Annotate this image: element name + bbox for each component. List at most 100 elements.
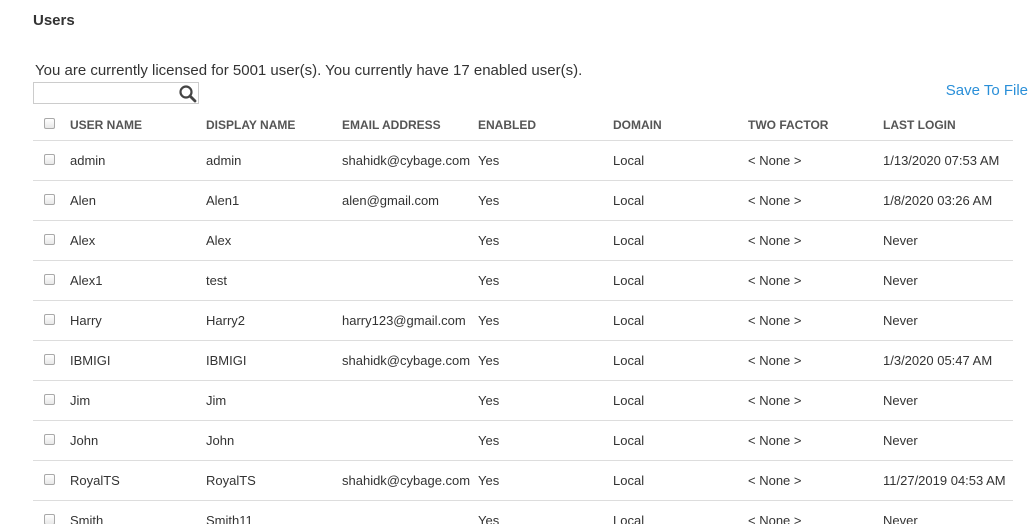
license-info: You are currently licensed for 5001 user… bbox=[35, 62, 583, 79]
row-checkbox[interactable] bbox=[44, 154, 55, 165]
column-header-two-factor[interactable]: TWO FACTOR bbox=[748, 110, 828, 140]
column-header-domain[interactable]: DOMAIN bbox=[613, 110, 662, 140]
cell-enabled: Yes bbox=[478, 353, 500, 368]
cell-last-login: Never bbox=[883, 513, 918, 524]
column-header-email[interactable]: EMAIL ADDRESS bbox=[342, 110, 441, 140]
page-title: Users bbox=[33, 12, 75, 29]
cell-display-name: test bbox=[206, 273, 227, 288]
cell-user-name[interactable]: Alex1 bbox=[70, 261, 103, 300]
table-row[interactable]: Alex1 test Yes Local < None > Never bbox=[33, 261, 1013, 301]
cell-display-name: admin bbox=[206, 153, 242, 168]
column-header-enabled[interactable]: ENABLED bbox=[478, 110, 536, 140]
row-checkbox[interactable] bbox=[44, 274, 55, 285]
cell-display-name: Smith11 bbox=[206, 513, 253, 524]
cell-enabled: Yes bbox=[478, 513, 500, 524]
cell-user-name[interactable]: RoyalTS bbox=[70, 461, 120, 500]
cell-email: alen@gmail.com bbox=[342, 193, 440, 208]
cell-domain: Local bbox=[613, 473, 645, 488]
cell-two-factor: < None > bbox=[748, 433, 802, 448]
cell-domain: Local bbox=[613, 433, 645, 448]
cell-last-login: 1/3/2020 05:47 AM bbox=[883, 353, 993, 368]
cell-email: shahidk@cybage.com bbox=[342, 153, 471, 168]
row-checkbox[interactable] bbox=[44, 354, 55, 365]
table-row[interactable]: Alen Alen1 alen@gmail.com Yes Local < None > 1… bbox=[33, 181, 1013, 221]
cell-last-login: Never bbox=[883, 433, 918, 448]
cell-enabled: Yes bbox=[478, 393, 500, 408]
table-row[interactable]: IBMIGI IBMIGI shahidk@cybage.com Yes Local < … bbox=[33, 341, 1013, 381]
cell-user-name[interactable]: Alex bbox=[70, 221, 95, 260]
cell-two-factor: < None > bbox=[748, 233, 802, 248]
search-box bbox=[33, 82, 199, 104]
cell-domain: Local bbox=[613, 193, 645, 208]
save-to-file-link[interactable]: Save To File bbox=[946, 82, 1028, 99]
cell-display-name: Alex bbox=[206, 233, 232, 248]
cell-enabled: Yes bbox=[478, 193, 500, 208]
table-row[interactable]: Smith Smith11 Yes Local < None > Never bbox=[33, 501, 1013, 524]
row-checkbox[interactable] bbox=[44, 394, 55, 405]
cell-user-name[interactable]: Jim bbox=[70, 381, 90, 420]
cell-enabled: Yes bbox=[478, 233, 500, 248]
cell-user-name[interactable]: IBMIGI bbox=[70, 341, 110, 380]
row-checkbox[interactable] bbox=[44, 314, 55, 325]
cell-user-name[interactable]: Alen bbox=[70, 181, 96, 220]
cell-domain: Local bbox=[613, 273, 645, 288]
cell-display-name: Jim bbox=[206, 393, 227, 408]
table-row[interactable]: John John Yes Local < None > Never bbox=[33, 421, 1013, 461]
cell-domain: Local bbox=[613, 393, 645, 408]
cell-last-login: 1/8/2020 03:26 AM bbox=[883, 193, 993, 208]
cell-user-name[interactable]: admin bbox=[70, 141, 105, 180]
cell-last-login: Never bbox=[883, 273, 918, 288]
cell-domain: Local bbox=[613, 313, 645, 328]
cell-domain: Local bbox=[613, 233, 645, 248]
select-all-checkbox[interactable] bbox=[44, 118, 55, 129]
cell-two-factor: < None > bbox=[748, 153, 802, 168]
row-checkbox[interactable] bbox=[44, 514, 55, 524]
cell-display-name: Alen1 bbox=[206, 193, 240, 208]
cell-last-login: 11/27/2019 04:53 AM bbox=[883, 473, 1006, 488]
cell-enabled: Yes bbox=[478, 433, 500, 448]
table-body: admin admin shahidk@cybage.com Yes Local < No… bbox=[33, 141, 1013, 524]
table-row[interactable]: Jim Jim Yes Local < None > Never bbox=[33, 381, 1013, 421]
cell-last-login: 1/13/2020 07:53 AM bbox=[883, 153, 1000, 168]
table-row[interactable]: admin admin shahidk@cybage.com Yes Local < No… bbox=[33, 141, 1013, 181]
users-page: Users You are currently licensed for 500… bbox=[0, 0, 1034, 524]
search-icon[interactable] bbox=[178, 84, 198, 104]
cell-display-name: Harry2 bbox=[206, 313, 246, 328]
column-header-user-name[interactable]: USER NAME bbox=[70, 110, 142, 140]
cell-last-login: Never bbox=[883, 313, 918, 328]
cell-enabled: Yes bbox=[478, 273, 500, 288]
row-checkbox[interactable] bbox=[44, 194, 55, 205]
cell-two-factor: < None > bbox=[748, 313, 802, 328]
column-header-last-login[interactable]: LAST LOGIN bbox=[883, 110, 956, 140]
cell-two-factor: < None > bbox=[748, 513, 802, 524]
cell-email: harry123@gmail.com bbox=[342, 313, 466, 328]
cell-user-name[interactable]: Harry bbox=[70, 301, 102, 340]
cell-domain: Local bbox=[613, 153, 645, 168]
users-table: USER NAME DISPLAY NAME EMAIL ADDRESS ENA… bbox=[33, 110, 1013, 524]
cell-last-login: Never bbox=[883, 393, 918, 408]
table-row[interactable]: RoyalTS RoyalTS shahidk@cybage.com Yes Local… bbox=[33, 461, 1013, 501]
cell-display-name: RoyalTS bbox=[206, 473, 256, 488]
cell-two-factor: < None > bbox=[748, 273, 802, 288]
cell-enabled: Yes bbox=[478, 153, 500, 168]
table-row[interactable]: Harry Harry2 harry123@gmail.com Yes Local < N… bbox=[33, 301, 1013, 341]
table-header: USER NAME DISPLAY NAME EMAIL ADDRESS ENA… bbox=[33, 110, 1013, 141]
cell-user-name[interactable]: John bbox=[70, 421, 98, 460]
cell-two-factor: < None > bbox=[748, 193, 802, 208]
search-input[interactable] bbox=[34, 83, 186, 103]
cell-domain: Local bbox=[613, 353, 645, 368]
cell-user-name[interactable]: Smith bbox=[70, 501, 103, 524]
cell-enabled: Yes bbox=[478, 473, 500, 488]
row-checkbox[interactable] bbox=[44, 474, 55, 485]
cell-email: shahidk@cybage.com bbox=[342, 353, 471, 368]
cell-two-factor: < None > bbox=[748, 353, 802, 368]
cell-two-factor: < None > bbox=[748, 393, 802, 408]
cell-last-login: Never bbox=[883, 233, 918, 248]
row-checkbox[interactable] bbox=[44, 234, 55, 245]
cell-domain: Local bbox=[613, 513, 645, 524]
row-checkbox[interactable] bbox=[44, 434, 55, 445]
table-row[interactable]: Alex Alex Yes Local < None > Never bbox=[33, 221, 1013, 261]
cell-two-factor: < None > bbox=[748, 473, 802, 488]
cell-enabled: Yes bbox=[478, 313, 500, 328]
column-header-display-name[interactable]: DISPLAY NAME bbox=[206, 110, 295, 140]
